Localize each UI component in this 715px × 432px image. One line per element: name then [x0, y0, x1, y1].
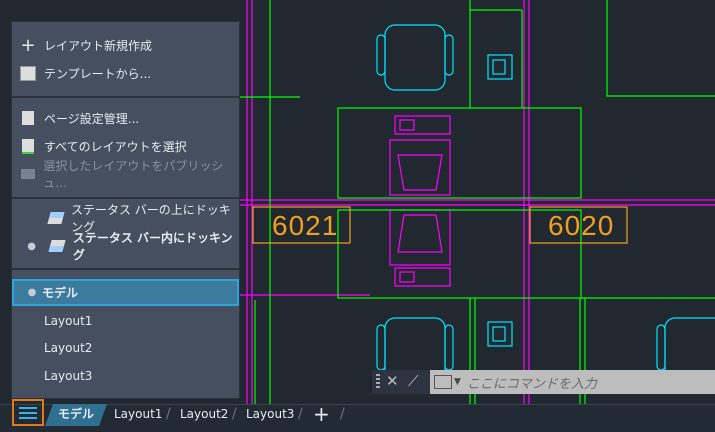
tab-separator: /: [298, 406, 303, 422]
tab-separator: /: [232, 406, 237, 422]
menu-item-label: テンプレートから...: [44, 66, 152, 81]
menu-item-label: モデル: [42, 286, 79, 300]
dock-inside-icon: [48, 238, 66, 254]
tab-layout2[interactable]: Layout2: [180, 404, 228, 426]
menu-item-label: 選択したレイアウトをパブリッシュ...: [43, 159, 224, 190]
room-number-label: 6020: [548, 210, 615, 241]
publish-icon: [20, 166, 35, 182]
layout-menu-button[interactable]: [12, 399, 44, 426]
layout-menu: + レイアウト新規作成 テンプレートから... ページ設定管理... すべてのレ…: [12, 22, 239, 398]
template-icon: [20, 65, 36, 81]
menu-divider: [12, 197, 239, 199]
menu-item-label: Layout3: [44, 369, 93, 383]
menu-item-label: Layout2: [44, 341, 93, 355]
menu-item-layout3[interactable]: Layout3: [12, 363, 239, 389]
menu-item-label: すべてのレイアウトを選択: [44, 139, 187, 154]
layout-tab-bar: [0, 404, 715, 432]
menu-item-new-layout[interactable]: + レイアウト新規作成: [12, 32, 239, 58]
menu-item-label: ページ設定管理...: [44, 111, 140, 126]
checked-bullet-icon: ●: [27, 287, 37, 298]
command-input[interactable]: ▼ ここにコマンドを入力: [430, 370, 715, 394]
hamburger-icon: [19, 406, 37, 409]
chevron-down-icon[interactable]: ▼: [454, 377, 461, 387]
plus-icon: +: [20, 34, 36, 56]
tab-layout3[interactable]: Layout3: [246, 404, 294, 426]
close-icon[interactable]: ✕: [386, 372, 399, 390]
customize-wrench-icon[interactable]: ⟋: [408, 372, 419, 390]
dock-above-icon: [47, 210, 65, 226]
tab-separator: /: [340, 406, 345, 422]
command-line: ✕ ⟋ ▼ ここにコマンドを入力: [372, 370, 715, 394]
menu-item-dock-in-status-bar[interactable]: ● ステータス バー内にドッキング: [12, 231, 239, 262]
menu-item-from-template[interactable]: テンプレートから...: [12, 60, 239, 86]
grip-icon[interactable]: [376, 374, 380, 390]
page-setup-icon: [20, 110, 36, 126]
menu-divider: [12, 96, 239, 98]
command-history-icon[interactable]: [434, 375, 452, 389]
menu-item-publish-selected: 選択したレイアウトをパブリッシュ...: [12, 159, 239, 190]
checked-bullet-icon: ●: [27, 240, 37, 252]
menu-item-label: Layout1: [44, 314, 93, 328]
menu-item-label: レイアウト新規作成: [44, 38, 153, 53]
menu-item-select-all-layouts[interactable]: すべてのレイアウトを選択: [12, 133, 239, 159]
menu-item-page-setup[interactable]: ページ設定管理...: [12, 105, 239, 131]
command-line-grip[interactable]: ✕ ⟋: [372, 370, 432, 394]
add-layout-button[interactable]: +: [313, 404, 330, 426]
menu-item-dock-above-status-bar[interactable]: ステータス バーの上にドッキング: [12, 203, 239, 234]
menu-item-model[interactable]: ● モデル: [12, 279, 239, 306]
room-number-label: 6021: [272, 210, 339, 241]
menu-divider: [12, 268, 239, 270]
tab-layout1[interactable]: Layout1: [114, 404, 162, 426]
menu-item-layout2[interactable]: Layout2: [12, 335, 239, 361]
tab-separator: /: [166, 406, 171, 422]
tab-model[interactable]: モデル: [45, 404, 107, 426]
menu-item-label: ステータス バー内にドッキング: [72, 231, 233, 262]
menu-item-layout1[interactable]: Layout1: [12, 308, 239, 334]
command-placeholder: ここにコマンドを入力: [466, 376, 597, 392]
select-all-layouts-icon: [20, 138, 36, 154]
